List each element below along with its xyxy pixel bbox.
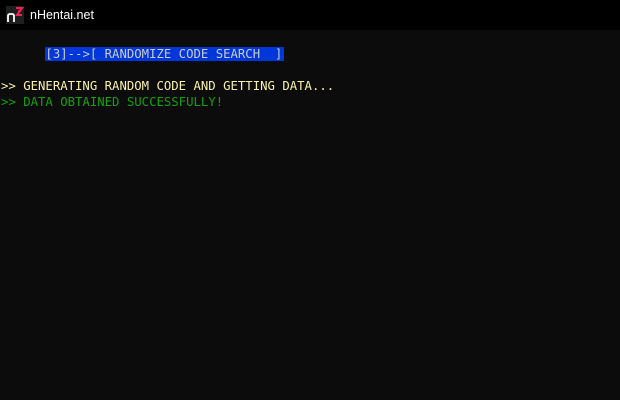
- menu-line: [3]-->[ RANDOMIZE CODE SEARCH ]: [1, 30, 285, 61]
- console-window: nHentai.net [3]-->[ RANDOMIZE CODE SEARC…: [0, 0, 620, 400]
- title-bar[interactable]: nHentai.net: [0, 0, 620, 30]
- selected-menu-option: [3]-->[ RANDOMIZE CODE SEARCH ]: [45, 47, 285, 61]
- window-title: nHentai.net: [30, 8, 94, 22]
- nhentai-logo-icon: [6, 6, 24, 24]
- status-line-generating: >> GENERATING RANDOM CODE AND GETTING DA…: [1, 79, 335, 93]
- status-line-success: >> DATA OBTAINED SUCCESSFULLY!: [1, 95, 224, 109]
- console-output[interactable]: [3]-->[ RANDOMIZE CODE SEARCH ] >> GENER…: [0, 30, 620, 400]
